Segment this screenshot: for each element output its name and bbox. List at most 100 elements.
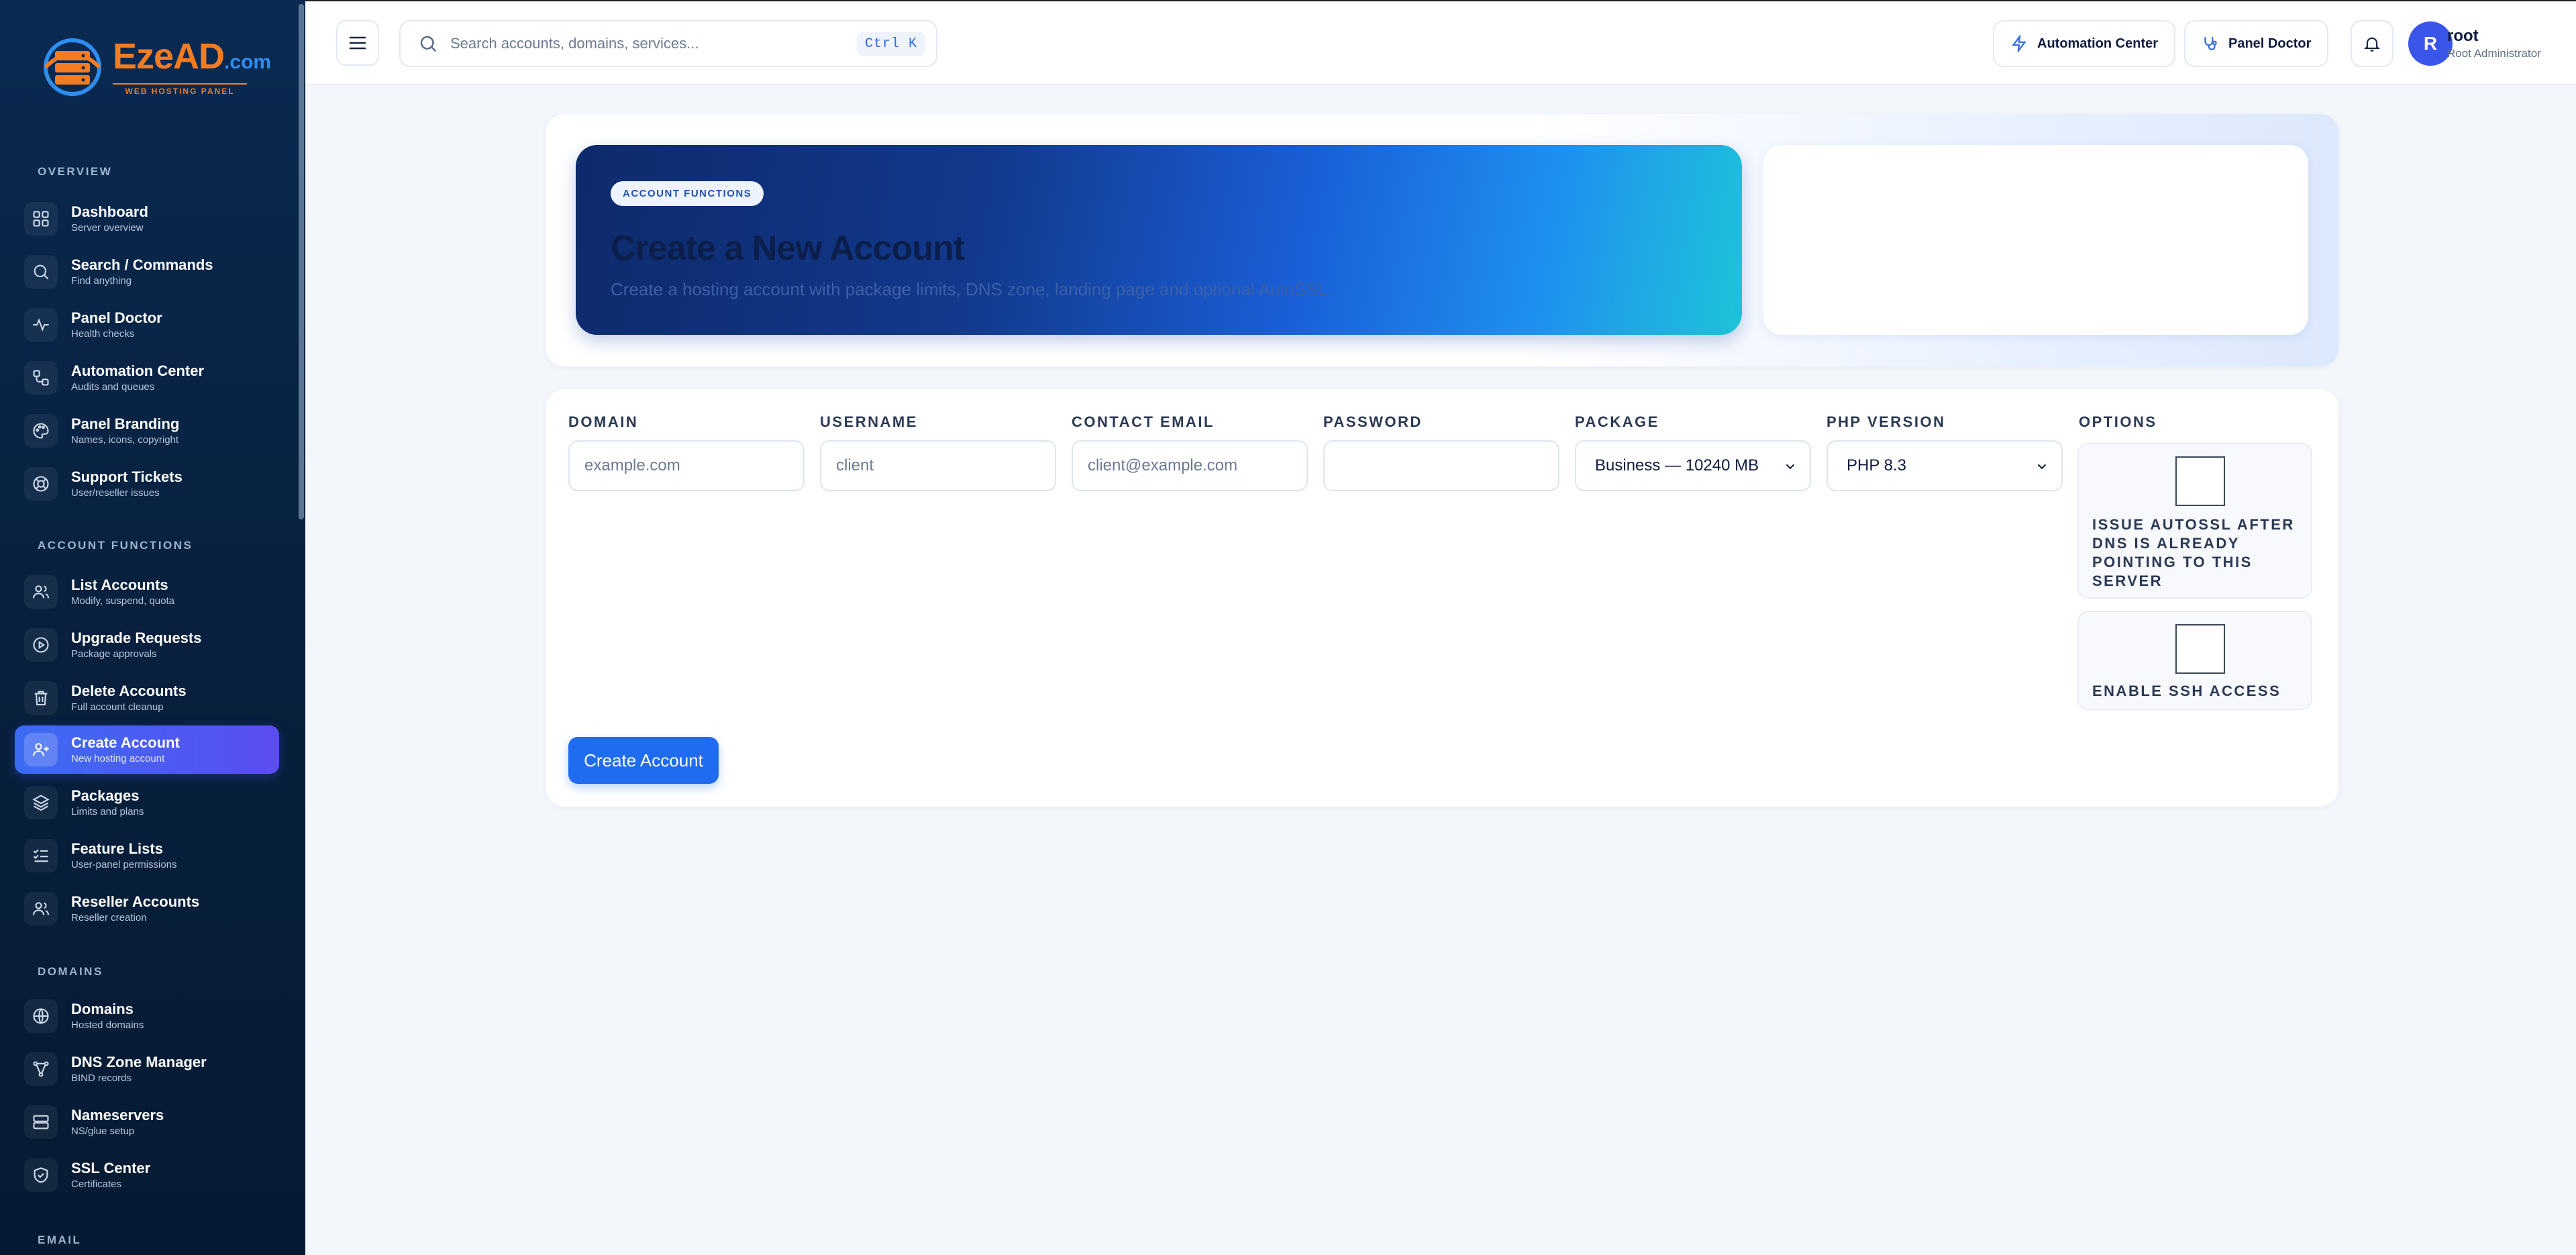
sidebar-item-label: Dashboard	[71, 203, 148, 220]
sidebar-item-ssl-center[interactable]: SSL Center Certificates	[15, 1151, 279, 1199]
shield-check-icon	[24, 1158, 58, 1192]
sidebar-item-sub: Health checks	[71, 328, 135, 340]
layers-icon	[24, 786, 58, 819]
create-account-button[interactable]: Create Account	[568, 737, 719, 784]
sidebar-item-label: Automation Center	[71, 362, 204, 379]
sidebar-item-label: Domains	[71, 1001, 134, 1017]
php-version-selected-value: PHP 8.3	[1847, 456, 1906, 474]
brand-logo[interactable]: EzeAD.com WEB HOSTING PANEL	[36, 34, 271, 98]
panel-doctor-button[interactable]: Panel Doctor	[2184, 20, 2329, 67]
chevron-down-icon	[2037, 464, 2047, 470]
search-icon	[420, 36, 437, 52]
username-label: USERNAME	[820, 413, 918, 430]
sidebar-item-label: DNS Zone Manager	[71, 1054, 207, 1070]
sidebar-item-list-accounts[interactable]: List Accounts Modify, suspend, quota	[15, 568, 279, 616]
brand-tagline: WEB HOSTING PANEL	[113, 83, 247, 96]
sidebar-item-sub: Hosted domains	[71, 1019, 144, 1031]
list-check-icon	[24, 839, 58, 872]
sidebar-item-delete-accounts[interactable]: Delete Accounts Full account cleanup	[15, 674, 279, 722]
user-role: Root Administrator	[2447, 47, 2541, 60]
trash-icon	[24, 681, 58, 715]
password-field[interactable]	[1323, 440, 1559, 491]
panel-doctor-label: Panel Doctor	[2228, 36, 2312, 51]
sidebar-item-search[interactable]: Search / Commands Find anything	[15, 248, 279, 296]
notifications-button[interactable]	[2351, 20, 2393, 67]
contact-email-field[interactable]	[1072, 440, 1308, 491]
user-name: root	[2447, 27, 2479, 45]
sidebar-item-dashboard[interactable]: Dashboard Server overview	[15, 195, 279, 243]
contact-email-input[interactable]	[1073, 442, 1306, 490]
sidebar-item-label: Support Tickets	[71, 468, 183, 485]
bell-icon	[2363, 37, 2381, 52]
search-input[interactable]	[450, 35, 853, 52]
topbar: Ctrl K Automation Center Panel Doctor R …	[305, 0, 2576, 85]
hero-banner: ACCOUNT FUNCTIONS Create a New Account C…	[576, 145, 1742, 335]
stethoscope-icon	[2204, 37, 2217, 50]
sidebar-item-panel-branding[interactable]: Panel Branding Names, icons, copyright	[15, 407, 279, 455]
package-selected-value: Business — 10240 MB	[1595, 456, 1759, 474]
nav-section-domains: DOMAINS	[38, 965, 103, 978]
globe-icon	[24, 999, 58, 1033]
sidebar-item-sub: New hosting account	[71, 753, 165, 764]
password-input[interactable]	[1325, 442, 1558, 490]
ssh-access-option[interactable]: ENABLE SSH ACCESS	[2077, 611, 2312, 710]
username-input[interactable]	[821, 442, 1055, 490]
sidebar-item-sub: Find anything	[71, 275, 132, 287]
sidebar-item-sub: BIND records	[71, 1072, 132, 1084]
sidebar-item-sub: Modify, suspend, quota	[71, 595, 174, 607]
avatar[interactable]: R	[2408, 21, 2453, 66]
sidebar-item-upgrade-requests[interactable]: Upgrade Requests Package approvals	[15, 621, 279, 669]
package-label: PACKAGE	[1575, 413, 1659, 430]
sidebar-item-sub: Certificates	[71, 1178, 122, 1190]
php-version-label: PHP VERSION	[1826, 413, 1946, 430]
sidebar-item-sub: User-panel permissions	[71, 859, 177, 870]
user-plus-icon	[24, 733, 58, 766]
contact-email-label: CONTACT EMAIL	[1072, 413, 1215, 430]
brand-domain: .com	[224, 50, 272, 73]
sidebar-item-packages[interactable]: Packages Limits and plans	[15, 779, 279, 827]
sidebar-item-domains[interactable]: Domains Hosted domains	[15, 992, 279, 1040]
bolt-icon	[2012, 35, 2026, 52]
sidebar-item-label: Nameservers	[71, 1107, 164, 1123]
domain-field[interactable]	[568, 440, 805, 491]
sidebar-item-nameservers[interactable]: Nameservers NS/glue setup	[15, 1098, 279, 1146]
create-account-form: DOMAIN USERNAME CONTACT EMAIL PASSWORD P…	[546, 389, 2338, 807]
nav-section-overview: OVERVIEW	[38, 165, 113, 178]
sidebar-item-panel-doctor[interactable]: Panel Doctor Health checks	[15, 301, 279, 349]
sidebar-item-label: Panel Branding	[71, 415, 180, 432]
php-version-select[interactable]: PHP 8.3	[1826, 440, 2063, 491]
sidebar-scrollbar[interactable]	[299, 4, 304, 519]
hero-side-card	[1763, 145, 2308, 335]
sidebar-item-dns-zone-manager[interactable]: DNS Zone Manager BIND records	[15, 1045, 279, 1093]
grid-icon	[24, 202, 58, 236]
package-select[interactable]: Business — 10240 MB	[1575, 440, 1811, 491]
username-field[interactable]	[820, 440, 1056, 491]
autossl-option[interactable]: ISSUE AUTOSSL AFTER DNS IS ALREADY POINT…	[2077, 443, 2312, 599]
user-menu[interactable]: root Root Administrator	[2447, 27, 2541, 60]
autossl-option-label: ISSUE AUTOSSL AFTER DNS IS ALREADY POINT…	[2092, 516, 2295, 589]
sidebar-item-sub: Audits and queues	[71, 381, 155, 393]
nav-section-account-functions: ACCOUNT FUNCTIONS	[38, 539, 193, 552]
sidebar-item-create-account[interactable]: Create Account New hosting account	[15, 725, 279, 774]
sidebar-item-sub: Names, icons, copyright	[71, 434, 179, 446]
search-icon	[24, 255, 58, 289]
sidebar-item-label: Upgrade Requests	[71, 630, 202, 646]
sidebar-item-sub: Full account cleanup	[71, 701, 164, 713]
automation-center-button[interactable]: Automation Center	[1993, 20, 2175, 67]
server-globe-icon	[36, 34, 109, 98]
sidebar-item-automation-center[interactable]: Automation Center Audits and queues	[15, 354, 279, 402]
domain-input[interactable]	[570, 442, 803, 490]
automation-center-label: Automation Center	[2037, 36, 2158, 51]
sidebar-item-reseller-accounts[interactable]: Reseller Accounts Reseller creation	[15, 885, 279, 933]
global-search[interactable]: Ctrl K	[399, 20, 937, 67]
sidebar-item-support-tickets[interactable]: Support Tickets User/reseller issues	[15, 460, 279, 508]
sidebar-item-sub: Package approvals	[71, 648, 157, 660]
autossl-checkbox[interactable]	[2175, 456, 2225, 506]
menu-toggle-button[interactable]	[336, 20, 379, 66]
ssh-access-checkbox[interactable]	[2175, 624, 2225, 674]
sidebar-item-feature-lists[interactable]: Feature Lists User-panel permissions	[15, 832, 279, 880]
sidebar-item-label: Reseller Accounts	[71, 893, 200, 910]
page-description: Create a hosting account with package li…	[611, 279, 1333, 299]
options-label: OPTIONS	[2079, 413, 2157, 430]
search-shortcut-hint: Ctrl K	[856, 32, 925, 56]
